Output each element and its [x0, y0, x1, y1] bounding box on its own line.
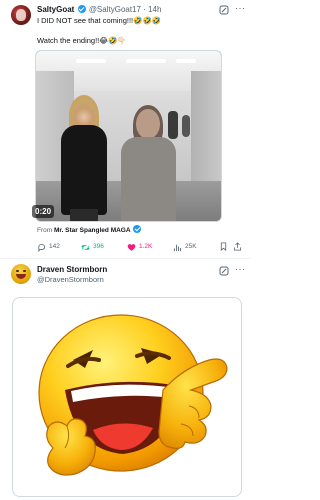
- views-button[interactable]: 25K: [173, 242, 197, 252]
- views-icon: [173, 244, 182, 251]
- verified-badge-icon: [77, 5, 86, 13]
- woman-left-legs: [70, 209, 98, 221]
- author-name[interactable]: SaltyGoat: [37, 5, 74, 14]
- video-frame: [36, 51, 221, 221]
- author-name[interactable]: Draven Stormborn: [37, 265, 107, 274]
- laughing-pointing-emoji-icon: [38, 314, 228, 476]
- separator-dot: ·: [143, 5, 146, 14]
- heart-icon: [127, 243, 136, 251]
- reply-count: 142: [49, 243, 60, 250]
- avatar-saltygoat[interactable]: [11, 5, 31, 25]
- tweet-actions: 142 396 1.2K 25K: [37, 242, 242, 254]
- repost-icon: [81, 244, 90, 250]
- share-button[interactable]: [233, 242, 242, 251]
- ceiling-light: [126, 59, 166, 63]
- avatar-draven[interactable]: [11, 264, 31, 284]
- repost-count: 396: [93, 243, 104, 250]
- author-handle[interactable]: @DravenStormborn: [37, 275, 104, 285]
- more-options-icon[interactable]: ···: [235, 264, 246, 274]
- tweet-text-line-1: I DID NOT see that coming!!!🤣🤣🤣: [37, 16, 162, 25]
- avatar-mouth: [16, 274, 26, 279]
- ceiling-light: [76, 59, 106, 63]
- woman-right-body: [121, 137, 176, 221]
- like-count: 1.2K: [139, 243, 153, 250]
- like-button[interactable]: 1.2K: [127, 242, 152, 252]
- tweet-header: SaltyGoat @SaltyGoat17 · 14h: [37, 5, 161, 15]
- reply-icon: [38, 243, 46, 252]
- reply-button[interactable]: 142: [37, 242, 60, 252]
- video-player[interactable]: [35, 50, 222, 222]
- more-options-icon[interactable]: ···: [235, 3, 246, 13]
- share-icon: [233, 242, 242, 251]
- bookmark-icon: [220, 242, 227, 251]
- woman-right-face: [136, 109, 160, 139]
- background-person: [168, 111, 178, 139]
- ceiling-light: [176, 59, 196, 63]
- tweet-text-line-2: Watch the ending!!😂🤣👇🏻: [37, 36, 127, 45]
- avatar-eye: [16, 270, 19, 272]
- avatar-eye: [23, 270, 26, 272]
- repost-button[interactable]: 396: [81, 242, 104, 252]
- author-handle[interactable]: @SaltyGoat17: [89, 5, 141, 14]
- tweet-time[interactable]: 14h: [148, 5, 161, 14]
- background-person: [182, 115, 190, 137]
- from-source-link[interactable]: Mr. Star Spangled MAGA: [54, 227, 131, 234]
- reply-image[interactable]: [12, 297, 242, 497]
- woman-left-body: [61, 125, 107, 215]
- tweet-saltygoat[interactable]: SaltyGoat @SaltyGoat17 · 14h ··· I DID N…: [0, 0, 251, 258]
- bookmark-button[interactable]: [219, 242, 228, 251]
- views-count: 25K: [185, 243, 197, 250]
- grok-icon[interactable]: [219, 5, 229, 15]
- tweet-divider: [0, 258, 251, 259]
- from-prefix: From: [37, 227, 53, 234]
- reply-header: Draven Stormborn: [37, 265, 107, 275]
- grok-icon[interactable]: [219, 266, 229, 276]
- video-duration-badge: 0:20: [32, 205, 55, 218]
- video-attribution: From Mr. Star Spangled MAGA: [37, 225, 142, 235]
- verified-badge-icon: [133, 225, 142, 233]
